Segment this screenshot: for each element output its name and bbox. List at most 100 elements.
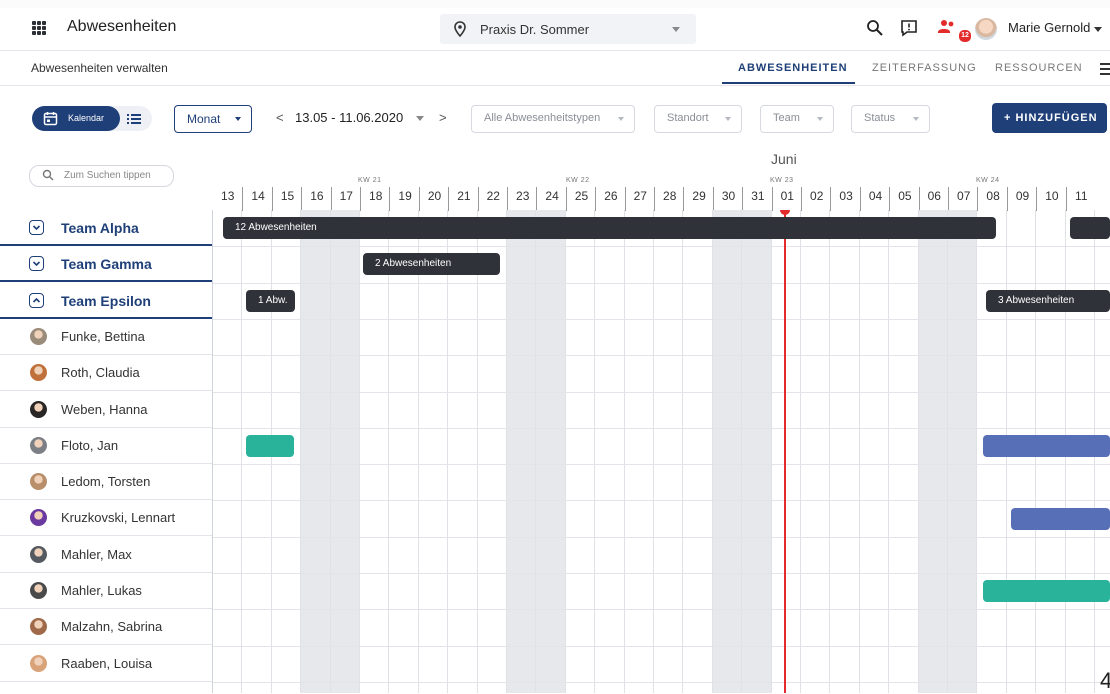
day-label: 19 [389,187,419,211]
absence-bar[interactable] [1011,508,1110,530]
person-row[interactable]: Funke, Bettina [0,319,212,355]
week-label: KW 22 [566,177,590,184]
date-range[interactable]: 13.05 - 11.06.2020 [295,110,403,125]
period-select[interactable]: Monat [174,105,252,133]
person-name: Raaben, Louisa [61,655,153,671]
location-select[interactable]: Praxis Dr. Sommer [440,14,696,44]
tab-abwesenheiten[interactable]: ABWESENHEITEN [738,62,848,74]
status-filter-value: Status [864,112,896,124]
chevron-up-icon[interactable] [29,292,44,308]
grid-line [212,391,1110,393]
tab-ressourcen[interactable]: RESSOURCEN [995,62,1083,74]
day-label: 25 [565,187,596,211]
person-row[interactable]: Mahler, Lukas [0,573,212,609]
chevron-down-icon[interactable] [29,256,44,272]
chevron-down-icon [618,117,624,121]
avatar [30,582,47,599]
person-name: Weben, Hanna [61,401,148,417]
next-range-button[interactable]: > [439,110,447,125]
avatar [30,364,47,382]
day-label: 29 [683,187,713,211]
chevron-down-icon [913,117,919,121]
search-icon [42,169,54,181]
week-label: KW 21 [358,177,382,184]
person-row[interactable]: Weben, Hanna [0,392,212,428]
calendar-view-label: Kalendar [68,113,105,123]
week-label: KW 24 [976,177,1000,184]
person-row[interactable]: Roth, Claudia [0,355,212,392]
person-name: Mahler, Max [61,546,132,562]
grid-line [212,318,1110,320]
corner-text: 4 [1100,668,1110,693]
absence-bar[interactable]: 1 Abw. [246,290,295,312]
timeline-grid: 12 Abwesenheiten 2 Abwesenheiten 1 Abw. … [212,210,1110,693]
row-list: Team Alpha Team Gamma Team Epsilon Funke, B… [0,210,213,693]
notification-badge: 12 [958,29,972,43]
calendar-icon [43,112,58,126]
feedback-icon[interactable] [896,15,922,41]
person-row[interactable]: Ledom, Torsten [0,464,212,501]
absence-bar[interactable] [1070,217,1110,239]
day-label: 22 [477,187,508,211]
day-label: 08 [977,187,1007,211]
week-label: KW 23 [770,177,794,184]
absence-bar[interactable]: 2 Abwesenheiten [363,253,500,275]
location-value: Praxis Dr. Sommer [480,22,590,37]
absence-type-select[interactable]: Alle Abwesenheitstypen [471,105,635,133]
team-name: Team Gamma [61,256,152,273]
tab-zeiterfassung[interactable]: ZEITERFASSUNG [872,62,977,74]
person-row[interactable]: Mahler, Max [0,537,212,573]
grid-line [212,536,1110,538]
chevron-down-icon [725,117,731,121]
team-filter-select[interactable]: Team [760,105,834,133]
absence-bar[interactable]: 3 Abwesenheiten [986,290,1110,312]
person-row[interactable]: Malzahn, Sabrina [0,609,212,646]
chevron-down-icon[interactable] [1094,27,1102,32]
search-icon[interactable] [862,15,888,41]
day-label: 15 [271,187,302,211]
team-filter-value: Team [773,112,800,124]
grid-line [212,681,1110,683]
person-name: Floto, Jan [61,437,119,453]
chevron-down-icon[interactable] [416,116,424,121]
absence-bar[interactable] [983,580,1110,602]
period-value: Monat [187,112,221,126]
person-name: Roth, Claudia [61,365,140,381]
team-absences-icon[interactable] [934,15,960,41]
person-row[interactable]: Kruzkovski, Lennart [0,500,212,537]
absence-bar[interactable]: 12 Abwesenheiten [223,217,996,239]
team-row[interactable]: Team Gamma [0,246,212,283]
active-tab-indicator [722,82,855,84]
day-label: 20 [418,187,449,211]
day-label: 01 [771,187,802,211]
add-absence-button[interactable]: + HINZUFÜGEN [992,103,1107,133]
team-row[interactable]: Team Alpha [0,210,212,246]
list-view-icon[interactable] [126,111,142,126]
user-name[interactable]: Marie Gernold [1008,20,1090,35]
person-row[interactable]: Floto, Jan [0,428,212,464]
day-label: 28 [654,187,684,211]
day-label: 02 [801,187,831,211]
team-row[interactable]: Team Epsilon [0,283,212,319]
previous-range-button[interactable]: < [276,110,284,125]
absence-bar[interactable] [983,435,1110,457]
location-filter-select[interactable]: Standort [654,105,742,133]
calendar-view-button[interactable]: Kalendar [32,106,120,131]
search-input[interactable]: Zum Suchen tippen [29,165,174,187]
avatar [30,654,47,672]
menu-icon[interactable] [1100,63,1110,78]
apps-grid-icon[interactable] [32,21,46,35]
person-name: Funke, Bettina [61,328,145,344]
location-pin-icon [454,21,466,37]
today-line [784,210,786,693]
day-label: 21 [448,187,478,211]
grid-line [212,500,1110,502]
grid-line [212,573,1110,574]
user-avatar[interactable] [975,18,997,40]
status-filter-select[interactable]: Status [851,105,930,133]
absence-bar[interactable] [246,435,294,457]
chevron-down-icon [817,117,823,121]
grid-line [212,355,1110,357]
chevron-down-icon[interactable] [29,220,44,235]
person-row[interactable]: Raaben, Louisa [0,646,212,682]
